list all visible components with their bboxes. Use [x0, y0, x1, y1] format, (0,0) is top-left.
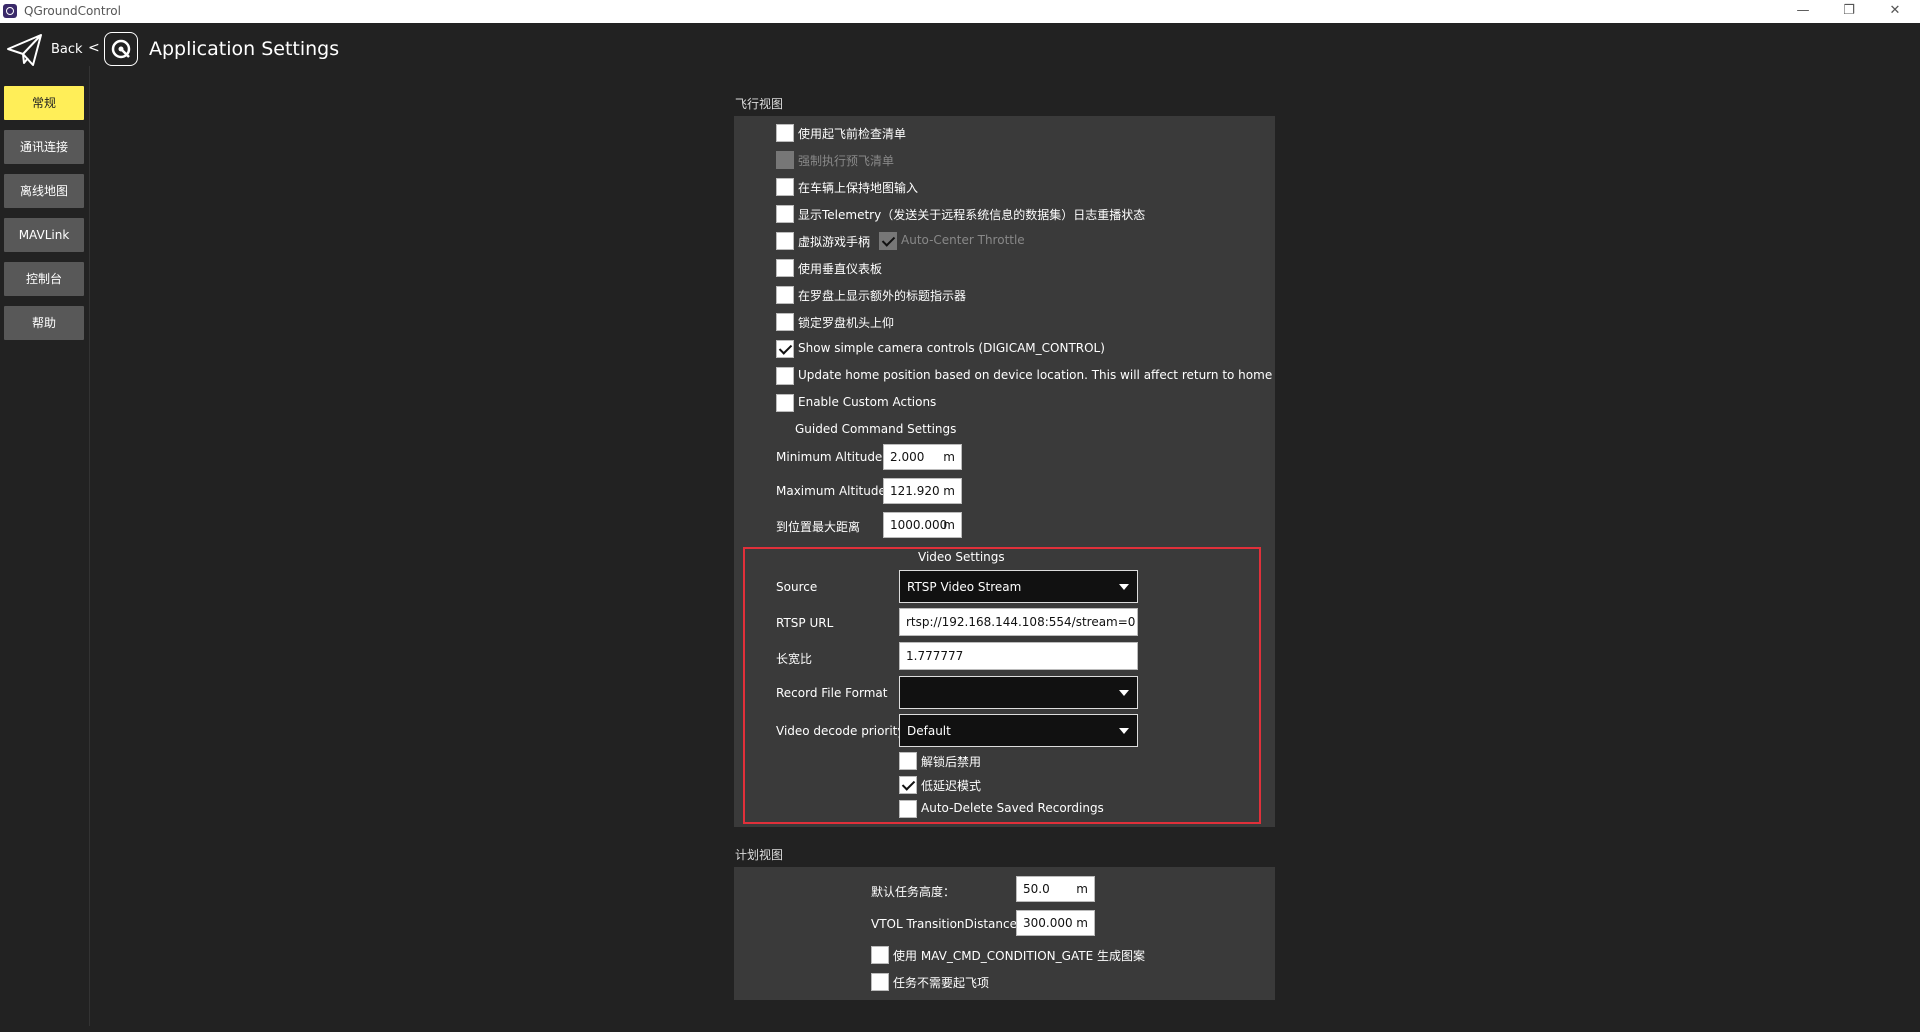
sidebar-item-offline-maps[interactable]: 离线地图: [4, 174, 84, 208]
field-value: 1000.000: [890, 518, 948, 532]
checkbox-label: 显示Telemetry（发送关于远程系统信息的数据集）日志重播状态: [798, 208, 1146, 222]
checkbox[interactable]: [776, 286, 794, 304]
checkbox[interactable]: [776, 340, 794, 358]
qgc-logo-icon: [104, 32, 138, 66]
plan-view-section-title: 计划视图: [735, 848, 784, 862]
sidebar-item-mavlink[interactable]: MAVLink: [4, 218, 84, 252]
app-logo-icon: [3, 4, 17, 18]
decode-priority-select[interactable]: Default: [899, 714, 1138, 747]
select-value: RTSP Video Stream: [907, 580, 1022, 594]
checkbox-label: 使用 MAV_CMD_CONDITION_GATE 生成图案: [893, 949, 1145, 963]
field-unit: m: [1076, 916, 1088, 930]
vtol-transition-distance-label: VTOL TransitionDistance: [871, 917, 1017, 931]
checkbox-label: 在车辆上保持地图输入: [798, 181, 919, 195]
plan-view-panel: [734, 867, 1275, 1000]
checkbox[interactable]: [871, 946, 889, 964]
checkbox-label: 在罗盘上显示额外的标题指示器: [798, 289, 967, 303]
checkbox[interactable]: [899, 800, 917, 818]
record-format-label: Record File Format: [776, 686, 888, 700]
guided-settings-title: Guided Command Settings: [795, 422, 957, 436]
checkbox[interactable]: [776, 124, 794, 142]
checkbox-label: 强制执行预飞清单: [798, 154, 895, 168]
checkbox-label: 任务不需要起飞项: [893, 976, 990, 990]
aspect-ratio-label: 长宽比: [776, 652, 813, 666]
field-value: 50.0: [1023, 882, 1050, 896]
field-value: 300.000: [1023, 916, 1073, 930]
checkbox-label: Auto-Delete Saved Recordings: [921, 801, 1104, 815]
minimize-button[interactable]: —: [1780, 0, 1826, 23]
min-altitude-label: Minimum Altitude: [776, 450, 883, 464]
checkbox-label: 使用垂直仪表板: [798, 262, 883, 276]
checkbox: [879, 232, 897, 250]
checkbox[interactable]: [776, 205, 794, 223]
max-altitude-field[interactable]: 121.920 m: [883, 478, 962, 504]
checkbox-label: 使用起飞前检查清单: [798, 127, 907, 141]
vtol-transition-distance-field[interactable]: 300.000 m: [1016, 910, 1095, 936]
rtsp-url-input[interactable]: rtsp://192.168.144.108:554/stream=0: [899, 608, 1138, 636]
checkbox[interactable]: [776, 367, 794, 385]
checkbox-label: Enable Custom Actions: [798, 395, 937, 409]
video-settings-title: Video Settings: [918, 550, 1005, 564]
dropdown-arrow-icon: [1119, 584, 1129, 590]
min-altitude-field[interactable]: 2.000 m: [883, 444, 962, 470]
checkbox[interactable]: [871, 973, 889, 991]
checkbox-label: 解锁后禁用: [921, 755, 982, 769]
field-value: 2.000: [890, 450, 925, 464]
checkbox-label: Show simple camera controls (DIGICAM_CON…: [798, 341, 1105, 355]
video-source-label: Source: [776, 580, 818, 594]
video-source-select[interactable]: RTSP Video Stream: [899, 570, 1138, 603]
window-titlebar: QGroundControl — ❐ ✕: [0, 0, 1920, 23]
back-label[interactable]: Back: [51, 42, 83, 57]
field-unit: m: [943, 450, 955, 464]
sidebar-divider: [89, 66, 90, 1026]
checkbox-label: 虚拟游戏手柄: [798, 235, 871, 249]
sidebar-item-general[interactable]: 常规: [4, 86, 84, 120]
dropdown-arrow-icon: [1119, 728, 1129, 734]
checkbox[interactable]: [776, 232, 794, 250]
checkbox-label: Update home position based on device loc…: [798, 368, 1273, 382]
sidebar-item-comm-links[interactable]: 通讯连接: [4, 130, 84, 164]
max-altitude-label: Maximum Altitude: [776, 484, 886, 498]
checkbox[interactable]: [776, 178, 794, 196]
aspect-ratio-input[interactable]: 1.777777: [899, 642, 1138, 670]
max-goto-distance-label: 到位置最大距离: [776, 520, 861, 534]
rtsp-url-label: RTSP URL: [776, 616, 834, 630]
checkbox-label: Auto-Center Throttle: [901, 233, 1025, 247]
field-value: 121.920: [890, 484, 940, 498]
sidebar-item-console[interactable]: 控制台: [4, 262, 84, 296]
checkbox[interactable]: [776, 259, 794, 277]
checkbox-label: 锁定罗盘机头上仰: [798, 316, 895, 330]
select-value: Default: [907, 724, 951, 738]
field-unit: m: [943, 484, 955, 498]
page-title: Application Settings: [149, 38, 340, 60]
checkbox[interactable]: [899, 752, 917, 770]
dropdown-arrow-icon: [1119, 690, 1129, 696]
fly-view-section-title: 飞行视图: [735, 97, 784, 111]
checkbox[interactable]: [899, 776, 917, 794]
max-goto-distance-field[interactable]: 1000.000 m: [883, 512, 962, 538]
window-title: QGroundControl: [24, 4, 121, 18]
breadcrumb-separator: <: [88, 40, 100, 56]
input-value: 1.777777: [906, 649, 964, 663]
checkbox[interactable]: [776, 394, 794, 412]
checkbox[interactable]: [776, 313, 794, 331]
default-mission-altitude-label: 默认任务高度：: [871, 885, 956, 899]
field-unit: m: [943, 518, 955, 532]
field-unit: m: [1076, 882, 1088, 896]
input-value: rtsp://192.168.144.108:554/stream=0: [906, 615, 1136, 629]
paper-plane-icon: [7, 34, 42, 66]
checkbox-label: 低延迟模式: [921, 779, 982, 793]
default-mission-altitude-field[interactable]: 50.0 m: [1016, 876, 1095, 902]
sidebar-item-help[interactable]: 帮助: [4, 306, 84, 340]
maximize-button[interactable]: ❐: [1826, 0, 1872, 23]
record-format-select[interactable]: [899, 676, 1138, 709]
close-button[interactable]: ✕: [1872, 0, 1918, 23]
decode-priority-label: Video decode priority: [776, 724, 905, 738]
checkbox: [776, 151, 794, 169]
